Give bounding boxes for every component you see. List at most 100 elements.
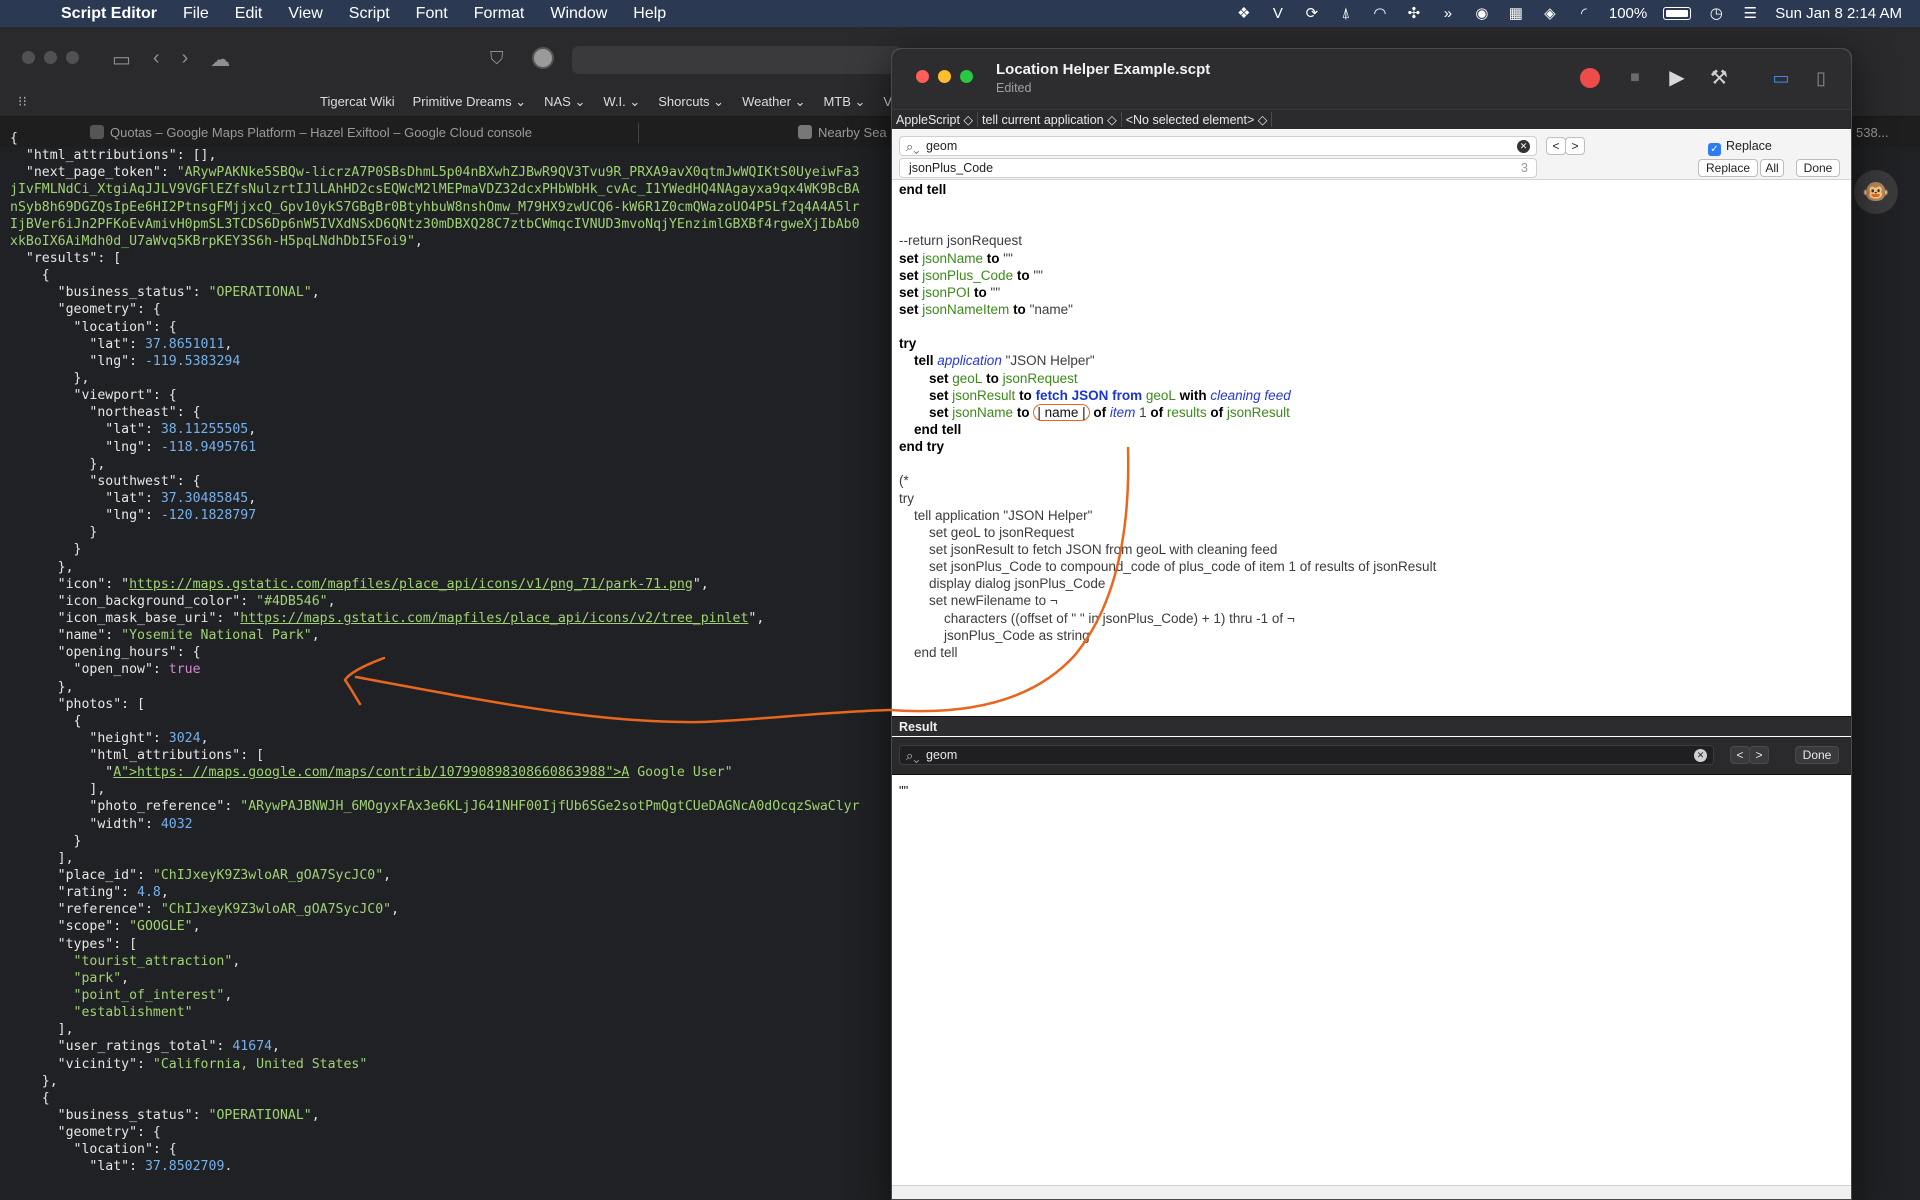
clock-history-icon[interactable]: ◷ [1707,5,1725,22]
grid-icon[interactable]: ▦ [1507,5,1525,22]
cloud-icon[interactable]: ☁ [210,47,230,72]
menu-help[interactable]: Help [633,5,666,23]
find-previous-button[interactable]: < [1546,137,1566,155]
json-token: , [327,593,336,609]
json-link[interactable]: A">https: //maps.google.com/maps/contrib… [113,765,629,780]
json-token: "California, United States" [152,1056,368,1072]
menu-file[interactable]: File [183,5,209,23]
replace-input[interactable]: jsonPlus_Code 3 [899,158,1537,178]
script-line [899,198,1844,215]
bookmark-nas[interactable]: NAS ⌄ [544,94,585,110]
menu-clock[interactable]: Sun Jan 8 2:14 AM [1775,5,1902,22]
vpn-icon[interactable]: V [1269,5,1287,22]
script-token: to [1015,387,1036,403]
bookmark-shortcuts[interactable]: Shorcuts ⌄ [658,94,724,110]
sync-icon[interactable]: ⟳ [1303,5,1321,22]
replace-checkbox[interactable]: ✓ Replace [1708,139,1772,156]
json-line: "geometry": { [10,301,890,318]
result-find-previous-button[interactable]: < [1730,746,1750,764]
json-token: ", [692,576,709,592]
zoom-button[interactable] [66,51,79,64]
minimize-button[interactable] [938,70,951,83]
bookmark-mtb[interactable]: MTB ⌄ [823,94,865,110]
menu-font[interactable]: Font [416,5,448,23]
control-center-icon[interactable]: ☰ [1741,5,1759,22]
script-token [899,422,914,437]
clear-search-icon[interactable]: ✕ [1517,140,1530,153]
battery-icon[interactable] [1663,7,1692,20]
monkey-extension-icon[interactable]: 🐵 [1854,170,1898,214]
language-popup[interactable]: AppleScript ◇ [892,112,979,127]
stop-button[interactable]: ■ [1622,65,1648,91]
json-token: "ChIJxeyK9Z3wloAR_gOA7SycJC0" [152,868,384,884]
script-token: with [1175,387,1211,403]
script-line: set jsonResult to fetch JSON from geoL w… [899,541,1844,558]
cloud-arc-icon[interactable]: ◠ [1371,5,1389,22]
json-link[interactable]: https://maps.gstatic.com/mapfiles/place_… [129,577,693,592]
find-done-button[interactable]: Done [1796,159,1840,177]
forward-icon[interactable]: › [182,47,189,72]
json-token: 38.11255505 [160,422,249,438]
shield-icon[interactable]: ⛉ [490,48,504,69]
script-token: jsonPOI [922,284,971,300]
json-link[interactable]: https://maps.gstatic.com/mapfiles/place_… [240,611,748,626]
close-button[interactable] [916,70,929,83]
json-token: }, [10,370,90,386]
dropbox-icon[interactable]: ❖ [1235,5,1253,22]
menu-view[interactable]: View [288,5,322,23]
script-line: jsonPlus_Code as string [899,627,1844,644]
apps-grid-icon[interactable]: ⁝⁝ [18,93,36,110]
target-popup[interactable]: tell current application ◇ [978,112,1122,127]
menu-script[interactable]: Script [349,5,390,23]
script-token: set [899,250,923,266]
shortcuts-icon[interactable]: » [1439,5,1457,22]
back-icon[interactable]: ‹ [153,47,160,72]
compile-hammer-icon[interactable]: ⚒ [1706,65,1732,91]
wifi-icon[interactable]: ◜ [1575,5,1593,22]
element-popup[interactable]: <No selected element> ◇ [1122,112,1273,127]
json-response-view: { "html_attributions": [], "next_page_to… [10,130,890,1170]
user-icon[interactable]: ◉ [1473,5,1491,22]
show-log-icon[interactable]: ▭ [1768,65,1794,91]
zoom-button[interactable] [960,70,973,83]
address-bar[interactable] [572,46,902,74]
script-line: set newFilename to ¬ [899,592,1844,609]
bookmark-primitive-dreams[interactable]: Primitive Dreams ⌄ [413,94,526,110]
script-token: geoL [952,370,983,386]
find-next-button[interactable]: > [1565,137,1585,155]
puzzle-icon[interactable]: ✣ [1405,5,1423,22]
json-token: "open_now": [10,662,169,678]
editor-titlebar: Location Helper Example.scpt Edited ■ ▶ … [892,49,1851,109]
clear-search-icon[interactable]: ✕ [1694,749,1707,762]
rocket-icon[interactable]: ⍋ [1337,5,1355,22]
json-token: "business_status": [10,1108,209,1124]
avatar[interactable] [532,47,554,69]
minimize-button[interactable] [44,51,57,64]
script-editor-text[interactable]: end tell --return jsonRequest set jsonName… [899,181,1844,715]
menu-format[interactable]: Format [474,5,525,23]
replace-button[interactable]: Replace [1698,159,1758,177]
record-button[interactable] [1580,68,1600,88]
menu-window[interactable]: Window [550,5,607,23]
json-line: "point_of_interest", [10,987,890,1004]
replace-all-button[interactable]: All [1760,159,1784,177]
stack-icon[interactable]: ◈ [1541,5,1559,22]
json-line: "geometry": { [10,1124,890,1141]
close-button[interactable] [22,51,35,64]
result-find-input[interactable]: ⌕⌄ geom ✕ [899,745,1714,765]
menu-edit[interactable]: Edit [235,5,263,23]
menu-app-name[interactable]: Script Editor [61,5,157,23]
bookmark-weather[interactable]: Weather ⌄ [742,94,805,110]
show-sidebar-icon[interactable]: ▯ [1808,65,1834,91]
bookmark-wi[interactable]: W.I. ⌄ [603,94,640,110]
sidebar-icon[interactable]: ▭ [112,47,131,72]
script-token [899,353,914,368]
json-token: "OPERATIONAL" [208,285,312,301]
json-token: , [224,1159,233,1170]
run-button[interactable]: ▶ [1664,65,1690,91]
result-find-next-button[interactable]: > [1749,746,1769,764]
find-input[interactable]: ⌕⌄ geom ✕ [899,136,1537,156]
script-line: set jsonPlus_Code to compound_code of pl… [899,558,1844,575]
bookmark-tigercat[interactable]: Tigercat Wiki [320,94,395,109]
result-done-button[interactable]: Done [1795,746,1839,764]
